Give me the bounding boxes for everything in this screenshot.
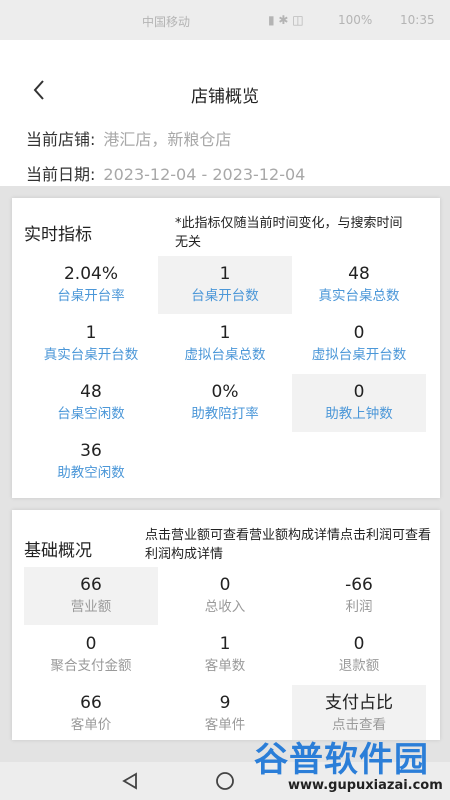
metric-label: 台桌开台率 bbox=[57, 288, 125, 304]
metric-label: 利润 bbox=[345, 599, 373, 615]
metric-real-table-open[interactable]: 1 真实台桌开台数 bbox=[24, 315, 158, 373]
metric-value: 1 bbox=[219, 264, 231, 284]
metric-label: 虚拟台桌开台数 bbox=[311, 347, 407, 363]
metric-label: 客单价 bbox=[70, 717, 112, 733]
page-title: 店铺概览 bbox=[191, 87, 259, 107]
metric-label: 助教上钟数 bbox=[325, 406, 393, 422]
back-triangle-icon[interactable] bbox=[120, 771, 140, 791]
metric-avg-order-price[interactable]: 66 客单价 bbox=[24, 685, 158, 743]
store-value[interactable]: 港汇店，新粮仓店 bbox=[103, 130, 231, 149]
metric-revenue[interactable]: 66 营业额 bbox=[24, 567, 158, 625]
metric-value: 0 bbox=[353, 634, 365, 654]
metric-assistant-rate[interactable]: 0% 助教陪打率 bbox=[158, 374, 292, 432]
metric-value: 9 bbox=[219, 693, 231, 713]
metric-real-table-total[interactable]: 48 真实台桌总数 bbox=[292, 256, 426, 314]
metric-assistant-idle[interactable]: 36 助教空闲数 bbox=[24, 433, 158, 491]
battery-level: 100% bbox=[338, 13, 373, 27]
clock: 10:35 bbox=[400, 13, 435, 27]
metric-refund[interactable]: 0 退款额 bbox=[292, 626, 426, 684]
metric-value: 1 bbox=[85, 323, 97, 343]
metric-value: 48 bbox=[80, 382, 102, 402]
metric-value: 0 bbox=[353, 323, 365, 343]
metric-value: -66 bbox=[345, 575, 373, 595]
metric-label: 客单数 bbox=[204, 658, 246, 674]
realtime-note: *此指标仅随当前时间变化，与搜索时间无关 bbox=[175, 216, 403, 250]
home-circle-icon[interactable] bbox=[214, 770, 236, 792]
watermark-logo: 谷普软件园 www.gupuxiazai.com bbox=[248, 728, 448, 798]
metric-value: 36 bbox=[80, 441, 102, 461]
realtime-title: 实时指标 bbox=[24, 225, 92, 245]
basic-title: 基础概况 bbox=[24, 541, 92, 561]
carrier-label: 中国移动 bbox=[142, 15, 191, 29]
metric-label: 聚合支付金额 bbox=[50, 658, 132, 674]
metric-table-idle[interactable]: 48 台桌空闲数 bbox=[24, 374, 158, 432]
metric-aggregate-payment[interactable]: 0 聚合支付金额 bbox=[24, 626, 158, 684]
metric-label: 总收入 bbox=[204, 599, 246, 615]
metric-value: 支付占比 bbox=[325, 693, 393, 713]
date-value[interactable]: 2023-12-04 - 2023-12-04 bbox=[103, 165, 305, 184]
metric-virtual-table-total[interactable]: 1 虚拟台桌总数 bbox=[158, 315, 292, 373]
date-label: 当前日期: bbox=[26, 165, 96, 184]
metric-value: 1 bbox=[219, 634, 231, 654]
metric-label: 台桌空闲数 bbox=[57, 406, 125, 422]
metric-value: 66 bbox=[80, 693, 102, 713]
metric-profit[interactable]: -66 利润 bbox=[292, 567, 426, 625]
metric-label: 助教陪打率 bbox=[191, 406, 259, 422]
metric-value: 2.04% bbox=[63, 264, 118, 284]
metric-assistant-on-duty[interactable]: 0 助教上钟数 bbox=[292, 374, 426, 432]
watermark-logo-text: 谷普软件园 bbox=[254, 740, 429, 780]
metric-value: 48 bbox=[348, 264, 370, 284]
system-icons: ▮ ✱ ◫ bbox=[268, 13, 304, 27]
basic-card: 基础概况 点击营业额可查看营业额构成详情点击利润可查看利润构成详情 66 营业额… bbox=[12, 510, 440, 740]
store-row: 当前店铺: 港汇店，新粮仓店 bbox=[26, 126, 231, 150]
realtime-card: 实时指标 *此指标仅随当前时间变化，与搜索时间无关 2.04% 台桌开台率 1 … bbox=[12, 198, 440, 498]
metric-table-open-count[interactable]: 1 台桌开台数 bbox=[158, 256, 292, 314]
metric-label: 真实台桌总数 bbox=[318, 288, 400, 304]
status-bar: 中国移动 ▮ ✱ ◫ 100% 10:35 bbox=[0, 0, 450, 40]
metric-value: 0 bbox=[353, 382, 365, 402]
metric-label: 助教空闲数 bbox=[57, 465, 125, 481]
basic-note: 点击营业额可查看营业额构成详情点击利润可查看利润构成详情 bbox=[145, 528, 432, 562]
metric-total-income[interactable]: 0 总收入 bbox=[158, 567, 292, 625]
metric-label: 退款额 bbox=[338, 658, 380, 674]
metric-value: 1 bbox=[219, 323, 231, 343]
metric-label: 虚拟台桌总数 bbox=[184, 347, 266, 363]
metric-label: 真实台桌开台数 bbox=[43, 347, 139, 363]
metric-value: 0 bbox=[219, 575, 231, 595]
metric-value: 0% bbox=[211, 382, 239, 402]
metric-label: 台桌开台数 bbox=[191, 288, 259, 304]
watermark-url: www.gupuxiazai.com bbox=[288, 778, 443, 793]
metric-label: 营业额 bbox=[70, 599, 112, 615]
metric-value: 0 bbox=[85, 634, 97, 654]
metric-value: 66 bbox=[80, 575, 102, 595]
metric-table-open-rate[interactable]: 2.04% 台桌开台率 bbox=[24, 256, 158, 314]
store-label: 当前店铺: bbox=[26, 130, 96, 149]
metric-order-count[interactable]: 1 客单数 bbox=[158, 626, 292, 684]
metric-virtual-table-open[interactable]: 0 虚拟台桌开台数 bbox=[292, 315, 426, 373]
date-row: 当前日期: 2023-12-04 - 2023-12-04 bbox=[26, 161, 305, 185]
